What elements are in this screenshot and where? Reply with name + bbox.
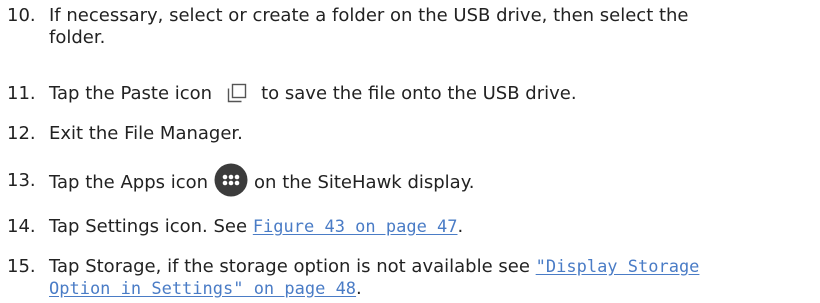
step-number: 13. [7, 170, 36, 191]
step-text-before: Tap Storage, if the storage option is no… [49, 256, 536, 277]
step-text-after: . [457, 216, 464, 237]
step-number: 10. [7, 5, 36, 26]
step-text: Tap Storage, if the storage option is no… [49, 255, 699, 279]
step-number: 11. [7, 83, 36, 104]
apps-icon [214, 163, 248, 197]
step-text-after: . [356, 278, 362, 299]
paste-icon [227, 83, 247, 103]
step-text-before: Tap the Paste icon [49, 83, 213, 104]
step-text: Tap the Paste icon to save the file onto… [49, 82, 577, 106]
display-storage-link-continuation[interactable]: Option in Settings" on page 48 [49, 279, 356, 299]
display-storage-link[interactable]: "Display Storage [536, 257, 700, 277]
figure-43-link[interactable]: Figure 43 on page 47 [253, 217, 458, 237]
step-text: Tap Settings icon. See Figure 43 on page… [49, 215, 463, 239]
step-text-after: to save the file onto the USB drive. [261, 83, 577, 104]
step-number: 14. [7, 216, 36, 237]
step-text-after: on the SiteHawk display. [254, 172, 475, 193]
step-text: Exit the File Manager. [49, 123, 243, 144]
step-text-continuation: Option in Settings" on page 48. [49, 277, 362, 301]
step-text-continuation: folder. [49, 27, 106, 48]
step-text-before: Tap Settings icon. See [49, 216, 253, 237]
step-text: Tap the Apps icon on the SiteHawk displa… [49, 163, 475, 197]
step-number: 12. [7, 123, 36, 144]
step-text-before: Tap the Apps icon [49, 172, 209, 193]
step-number: 15. [7, 256, 36, 277]
step-text: If necessary, select or create a folder … [49, 5, 689, 26]
